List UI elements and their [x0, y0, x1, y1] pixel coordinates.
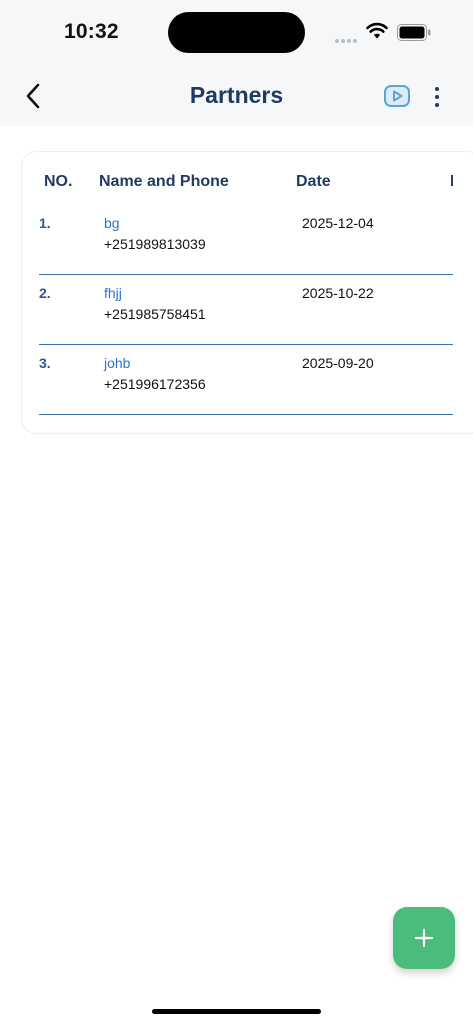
- partner-name: johb: [104, 355, 131, 371]
- add-partner-button[interactable]: [393, 907, 455, 969]
- app-header: Partners: [0, 64, 473, 126]
- plus-icon: [414, 928, 434, 948]
- battery-icon: [397, 24, 431, 41]
- video-tutorial-button[interactable]: [383, 83, 411, 109]
- partner-phone: +251985758451: [104, 306, 206, 322]
- partner-date: 2025-09-20: [302, 355, 374, 371]
- partner-name: bg: [104, 215, 120, 231]
- dynamic-island: [168, 12, 305, 53]
- column-header-no: NO.: [44, 173, 73, 190]
- cellular-signal-icon: [335, 30, 359, 48]
- column-header-name-phone: Name and Phone: [99, 173, 229, 190]
- row-number: 1.: [39, 215, 51, 231]
- partner-date: 2025-12-04: [302, 215, 374, 231]
- column-header-date: Date: [296, 173, 331, 190]
- table-row[interactable]: 3. johb +251996172356 2025-09-20: [22, 345, 453, 415]
- table-row[interactable]: 1. bg +251989813039 2025-12-04: [22, 205, 453, 275]
- table-row[interactable]: 2. fhjj +251985758451 2025-10-22: [22, 275, 453, 345]
- partners-table[interactable]: NO. Name and Phone Date I 1. bg +2519898…: [22, 152, 453, 433]
- row-number: 3.: [39, 355, 51, 371]
- status-bar: 10:32: [0, 0, 473, 64]
- more-options-button[interactable]: [426, 82, 448, 112]
- row-number: 2.: [39, 285, 51, 301]
- wifi-icon: [366, 22, 388, 39]
- partner-phone: +251989813039: [104, 236, 206, 252]
- more-vertical-icon: [435, 87, 439, 91]
- partners-table-card: NO. Name and Phone Date I 1. bg +2519898…: [21, 151, 473, 434]
- column-header-partial: I: [450, 173, 453, 191]
- partner-phone: +251996172356: [104, 376, 206, 392]
- video-play-icon: [384, 85, 410, 107]
- home-indicator: [152, 1009, 321, 1014]
- row-divider: [39, 414, 453, 415]
- status-time: 10:32: [64, 20, 119, 43]
- partner-date: 2025-10-22: [302, 285, 374, 301]
- partner-name: fhjj: [104, 285, 122, 301]
